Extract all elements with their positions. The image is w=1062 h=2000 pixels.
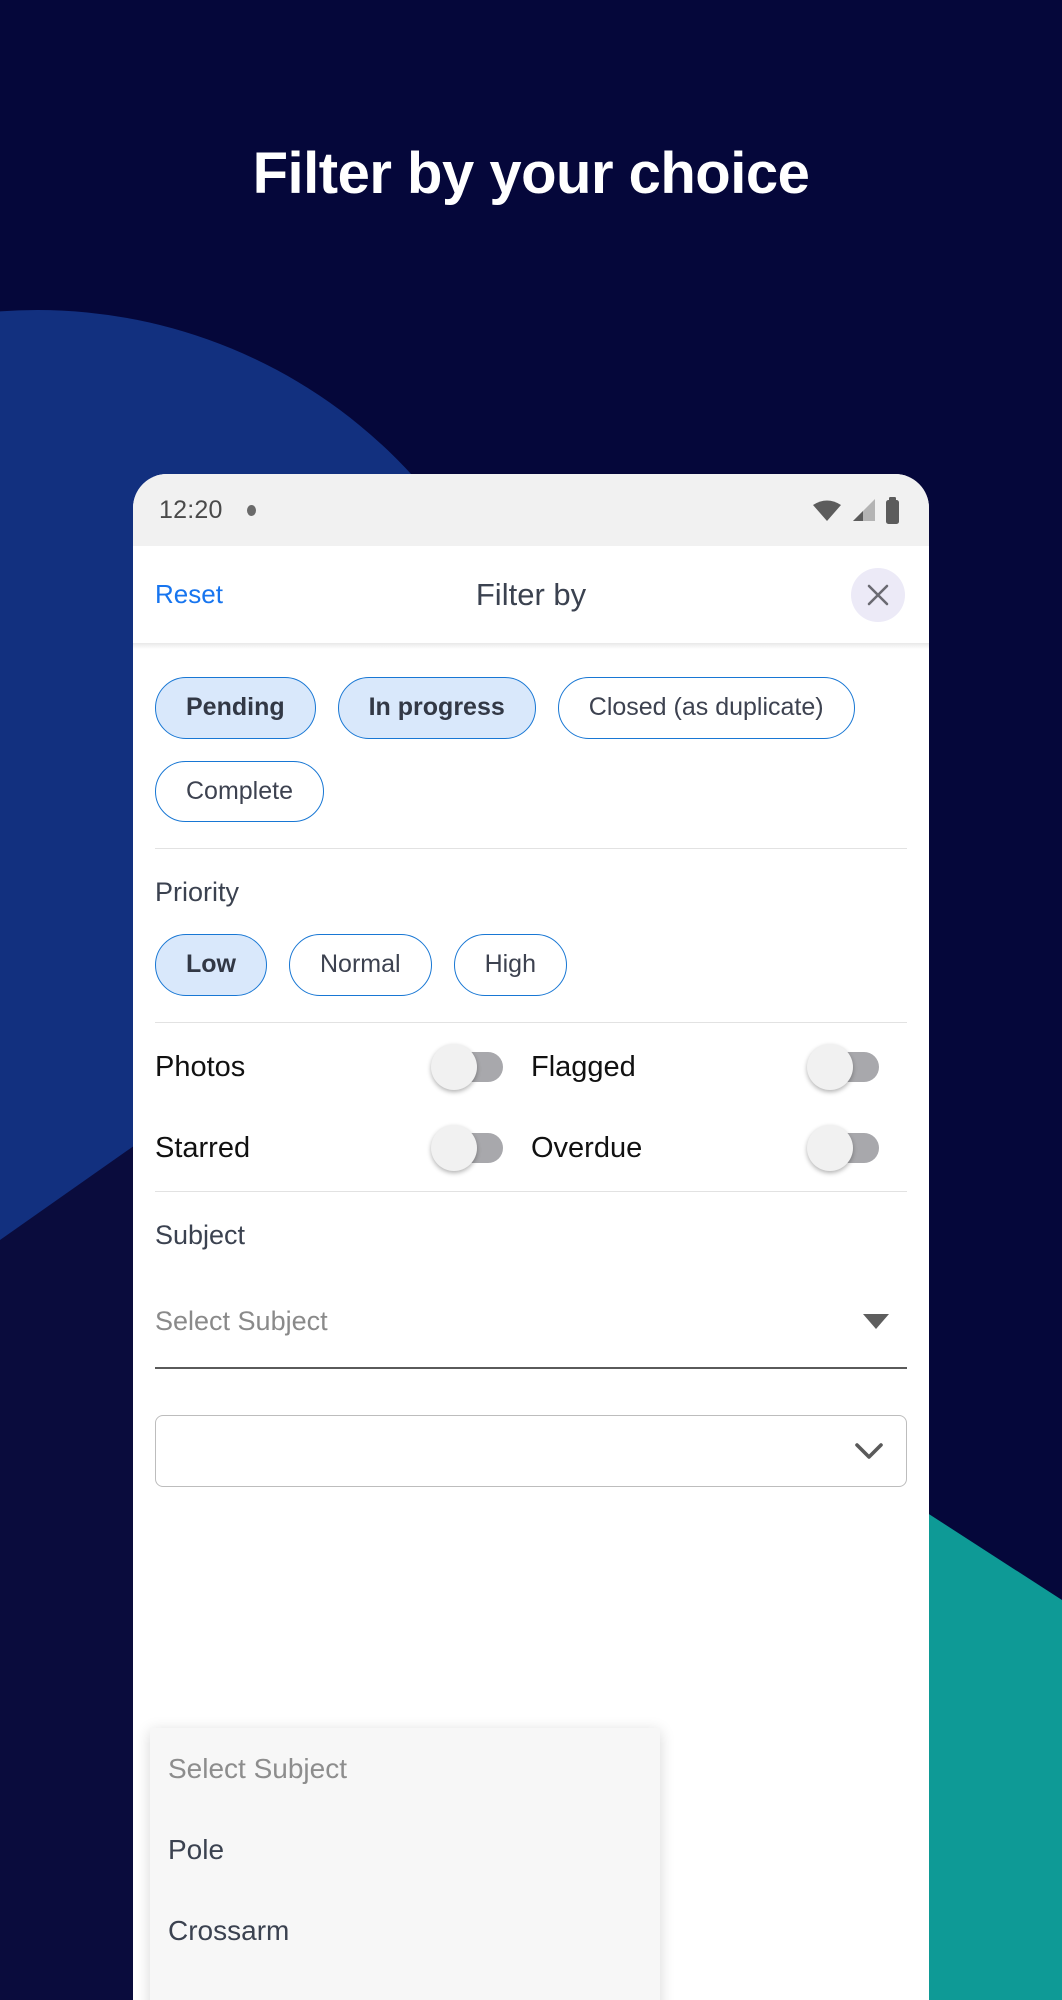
filter-sheet: Pending In progress Closed (as duplicate… [133,649,929,1513]
hero-title: Filter by your choice [252,141,810,206]
subject-select-value: Select Subject [155,1306,328,1336]
dropdown-item-placeholder[interactable]: Select Subject [166,1728,644,1809]
close-icon [867,584,889,605]
status-bar: 12:20 [133,474,929,546]
toggle-switch-starred[interactable] [431,1125,503,1171]
status-chip-complete[interactable]: Complete [155,760,324,822]
toggle-row-overdue: Overdue [531,1125,907,1171]
priority-section: Priority Low Normal High [155,849,907,1023]
subject-dropdown-popup[interactable]: Select Subject Pole Crossarm Transformer [150,1728,660,2000]
toggle-knob [431,1125,477,1171]
priority-chip-normal[interactable]: Normal [289,934,432,996]
toggle-label-photos: Photos [155,1050,246,1083]
subject-select-field[interactable]: Select Subject [155,1277,907,1369]
toggle-grid: Photos Flagged Starred Overdue [155,1044,907,1171]
battery-icon [886,496,899,524]
priority-chip-high[interactable]: High [453,934,567,996]
toggle-row-starred: Starred [155,1125,531,1171]
toggle-row-photos: Photos [155,1044,531,1090]
app-bar: Reset Filter by [133,546,929,643]
priority-chip-row: Low Normal High [155,934,907,996]
phone-mockup: 12:20 Reset Filter by Pending In progres… [133,474,929,2000]
toggle-section: Photos Flagged Starred Overdue [155,1023,907,1192]
chevron-down-icon [855,1442,883,1459]
status-bar-time: 12:20 [159,495,223,524]
toggle-switch-photos[interactable] [431,1044,503,1090]
status-filter-section: Pending In progress Closed (as duplicate… [155,649,907,849]
page-title: Filter by [475,576,587,612]
priority-label: Priority [155,877,240,907]
secondary-select-field[interactable] [155,1414,907,1487]
toggle-knob [807,1044,853,1090]
priority-chip-low[interactable]: Low [155,934,267,996]
close-button[interactable] [851,567,905,622]
toggle-label-flagged: Flagged [531,1050,636,1083]
dropdown-item-crossarm[interactable]: Crossarm [166,1890,644,1971]
notification-dot-icon [246,504,256,516]
dropdown-item-pole[interactable]: Pole [166,1809,644,1890]
status-chip-row: Pending In progress Closed (as duplicate… [155,677,907,822]
subject-label: Subject [155,1219,246,1250]
wifi-icon [813,500,841,521]
status-chip-pending[interactable]: Pending [155,677,316,739]
toggle-label-overdue: Overdue [531,1131,643,1164]
app-screenshot: Filter by your choice 12:20 Reset Filter… [0,0,1062,2000]
reset-button[interactable]: Reset [155,579,223,610]
dropdown-item-transformer[interactable]: Transformer [166,1971,644,2000]
status-bar-icons [812,496,901,524]
status-chip-in-progress[interactable]: In progress [337,677,536,739]
status-chip-closed-as-duplicate[interactable]: Closed (as duplicate) [557,677,855,739]
toggle-switch-overdue[interactable] [807,1125,879,1171]
caret-down-icon [863,1314,889,1329]
toggle-label-starred: Starred [155,1131,251,1164]
subject-section: Subject Select Subject [155,1192,907,1513]
cellular-signal-icon [853,499,875,521]
toggle-knob [807,1125,853,1171]
toggle-switch-flagged[interactable] [807,1044,879,1090]
toggle-knob [431,1044,477,1090]
toggle-row-flagged: Flagged [531,1044,907,1090]
